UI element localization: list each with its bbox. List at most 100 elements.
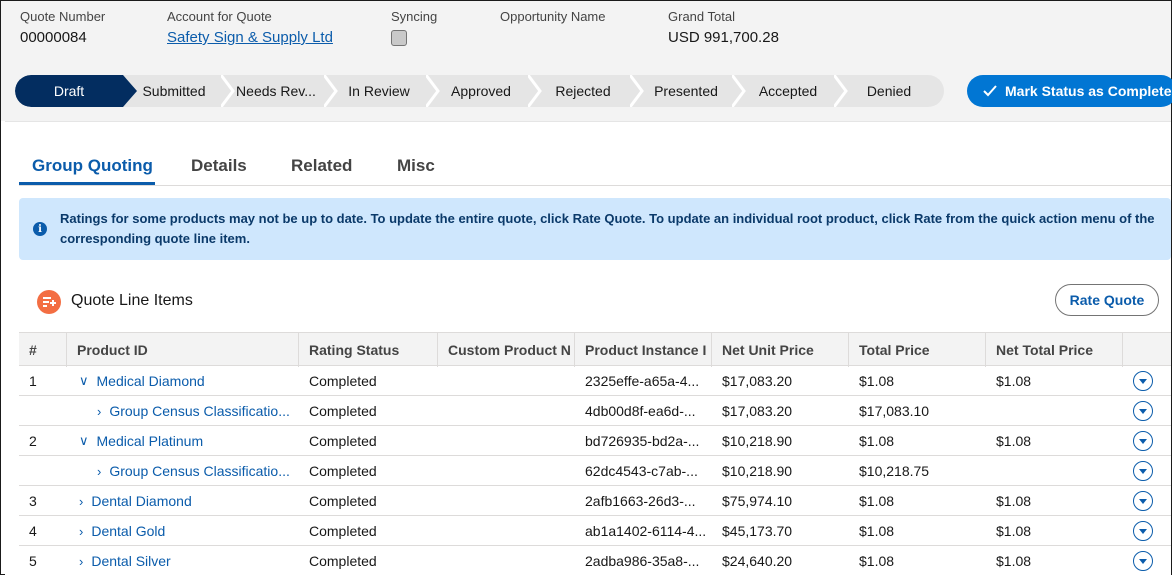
grand-total-field: Grand Total USD 991,700.28 [668,9,779,46]
custom-product-cell [448,516,573,546]
stage-label: Submitted [142,83,206,99]
product-instance-cell: 2afb1663-26d3-... [585,493,696,509]
path-stage-approved[interactable]: Approved [431,75,531,107]
total-price-cell: $1.08 [859,523,895,539]
rating-status-cell: Completed [309,403,377,419]
total-price-cell: $17,083.10 [859,403,930,419]
total-price-cell: $1.08 [859,493,895,509]
row-number [29,396,67,426]
rating-status-cell: Completed [309,433,377,449]
syncing-checkbox[interactable] [391,30,407,46]
product-instance-cell: 2adba986-35a8-... [585,553,700,569]
table-row: › Group Census Classificatio... Completed 6… [19,456,1171,486]
row-action-menu-button[interactable] [1133,401,1153,421]
total-price-cell: $1.08 [859,433,895,449]
net-total-price-cell: $1.08 [996,523,1032,539]
product-link[interactable]: Dental Diamond [91,493,191,509]
row-number: 4 [29,523,37,539]
account-link[interactable]: Safety Sign & Supply Ltd [167,29,333,46]
status-path: Draft Submitted Needs Rev... In Review A… [15,75,944,107]
stage-label: Approved [451,83,511,99]
net-total-price-cell: $1.08 [996,493,1032,509]
row-action-menu-button[interactable] [1133,521,1153,541]
table-row: › Group Census Classificatio... Completed 4… [19,396,1171,426]
product-cell: ∨ Medical Platinum [79,426,291,456]
column-header-product-instance[interactable]: Product Instance I [575,333,712,367]
tab-group-quoting[interactable]: Group Quoting [32,156,153,176]
net-total-price-cell: $1.08 [996,433,1032,449]
net-unit-price-cell: $17,083.20 [722,373,793,389]
chevron-down-icon [1139,499,1147,504]
field-label: Syncing [391,9,438,24]
path-stage-denied[interactable]: Denied [839,75,939,107]
net-total-price-cell: $1.08 [996,373,1032,389]
column-header-product-id[interactable]: Product ID [67,333,299,367]
stage-label: Draft [53,83,85,99]
account-field: Account for Quote Safety Sign & Supply L… [167,9,333,46]
chevron-right-icon[interactable]: › [79,524,83,539]
table-header: # Product ID Rating Status Custom Produc… [19,332,1171,367]
rating-status-cell: Completed [309,523,377,539]
row-number [29,456,67,486]
net-unit-price-cell: $45,173.70 [722,523,793,539]
product-cell: › Group Census Classificatio... [97,396,291,426]
chevron-right-icon[interactable]: › [79,494,83,509]
stage-label: Accepted [758,83,818,99]
chevron-right-icon[interactable]: › [97,404,101,419]
stage-label: Presented [654,83,718,99]
stage-label: Denied [866,83,912,99]
column-header-custom-product[interactable]: Custom Product N [438,333,575,367]
row-action-menu-button[interactable] [1133,461,1153,481]
chevron-right-icon[interactable]: › [97,464,101,479]
chevron-down-icon [1139,379,1147,384]
product-link[interactable]: Dental Silver [91,553,170,569]
path-stage-submitted[interactable]: Submitted [123,75,225,107]
tab-details[interactable]: Details [191,156,247,176]
field-label: Account for Quote [167,9,272,24]
chevron-down-icon[interactable]: ∨ [79,433,89,449]
column-header-rating-status[interactable]: Rating Status [299,333,438,367]
chevron-right-icon[interactable]: › [79,554,83,569]
checkmark-icon [983,85,997,97]
product-link[interactable]: Dental Gold [91,523,165,539]
path-stage-in-review[interactable]: In Review [329,75,429,107]
product-cell: › Dental Diamond [79,486,291,516]
path-stage-accepted[interactable]: Accepted [737,75,839,107]
product-instance-cell: bd726935-bd2a-... [585,433,700,449]
path-stage-draft[interactable]: Draft [15,75,123,107]
quote-line-items-icon [37,290,61,314]
path-stage-needs-review[interactable]: Needs Rev... [227,75,325,107]
total-price-cell: $10,218.75 [859,463,930,479]
product-link[interactable]: Group Census Classificatio... [109,463,290,479]
row-number: 5 [29,553,37,569]
column-header-number[interactable]: # [19,333,67,367]
field-label: Grand Total [668,9,735,24]
line-items-header: Quote Line Items Rate Quote [19,284,1171,320]
column-header-net-unit-price[interactable]: Net Unit Price [712,333,849,367]
custom-product-cell [448,396,573,426]
grand-total-value: USD 991,700.28 [668,29,779,46]
line-items-title: Quote Line Items [71,292,193,309]
column-header-net-total-price[interactable]: Net Total Price [986,333,1123,367]
path-stage-rejected[interactable]: Rejected [533,75,633,107]
product-link[interactable]: Group Census Classificatio... [109,403,290,419]
product-link[interactable]: Medical Diamond [97,373,205,389]
rate-quote-button[interactable]: Rate Quote [1055,284,1159,316]
path-stage-presented[interactable]: Presented [635,75,737,107]
row-action-menu-button[interactable] [1133,491,1153,511]
row-action-menu-button[interactable] [1133,371,1153,391]
product-instance-cell: ab1a1402-6114-4... [585,523,707,539]
mark-status-complete-button[interactable]: Mark Status as Complete [967,75,1172,107]
tab-misc[interactable]: Misc [397,156,435,176]
table-row: 1 ∨ Medical Diamond Completed 2325effe-a65a-… [19,366,1171,396]
row-action-menu-button[interactable] [1133,431,1153,451]
chevron-down-icon[interactable]: ∨ [79,373,89,389]
chevron-down-icon [1139,559,1147,564]
list-glyph [43,297,56,307]
row-action-menu-button[interactable] [1133,551,1153,571]
tab-related[interactable]: Related [291,156,352,176]
column-header-total-price[interactable]: Total Price [849,333,986,367]
total-price-cell: $1.08 [859,373,895,389]
product-link[interactable]: Medical Platinum [97,433,204,449]
table-row: 3 › Dental Diamond Completed 2afb1663-26d3-.… [19,486,1171,516]
